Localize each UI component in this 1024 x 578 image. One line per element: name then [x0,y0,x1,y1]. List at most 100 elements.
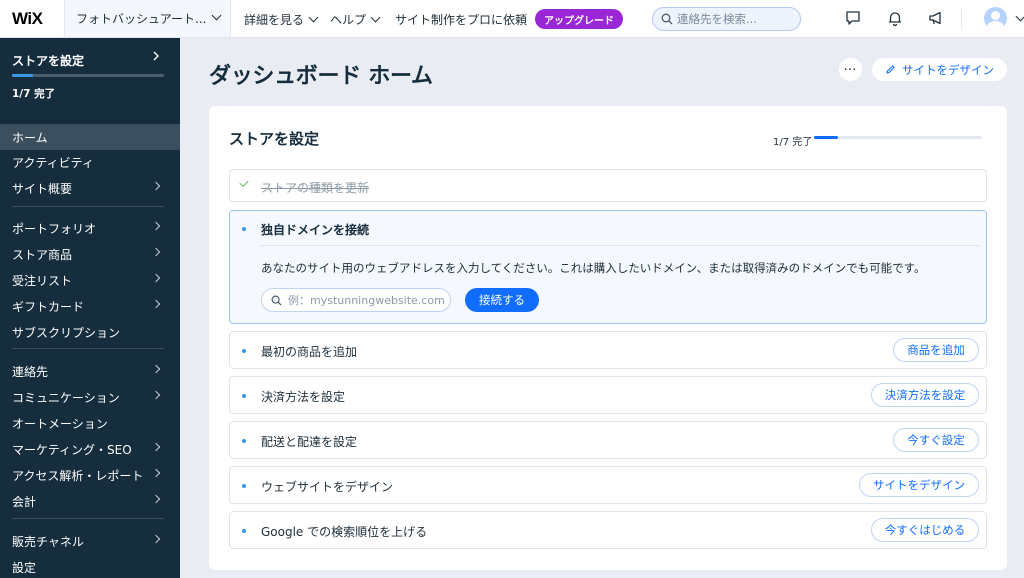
nav-help-label: ヘルプ [330,13,367,27]
top-bar: WiX フォトバッシュアート... 詳細を見る ヘルプ サイト制作をプロに依頼 … [0,0,1024,38]
sidebar-item[interactable]: 会計 [0,488,180,514]
pen-icon [886,65,895,74]
task-google-seo[interactable]: Google での検索順位を上げる 今すぐはじめる [229,511,987,549]
sidebar-item[interactable]: サイト概要 [0,175,180,201]
sidebar-divider [12,518,164,519]
chevron-right-icon [151,494,161,504]
megaphone-icon[interactable] [927,9,945,27]
task-label: 独自ドメインを接続 [261,223,370,237]
sidebar-item[interactable]: ホーム [0,124,180,150]
task-label: 最初の商品を追加 [261,345,358,359]
sidebar-item[interactable]: 販売チャネル [0,528,180,554]
sidebar-item[interactable]: サブスクリプション [0,319,180,345]
setup-card: ストアを設定 1/7 完了 ストアの種類を更新 独自ドメインを接続 あなたのサイ… [209,106,1007,570]
start-seo-button[interactable]: 今すぐはじめる [871,518,979,542]
sidebar-item-label: ホーム [12,130,48,145]
sidebar-item[interactable]: コミュニケーション [0,384,180,410]
avatar-icon[interactable] [984,7,1007,30]
sidebar-item-label: サイト概要 [12,181,73,196]
design-website-button[interactable]: サイトをデザイン [859,473,979,497]
sidebar-item-label: サブスクリプション [12,325,121,340]
sidebar-item-label: 会計 [12,494,37,509]
chat-icon[interactable] [844,9,862,27]
more-actions-button[interactable]: … [839,58,862,81]
sidebar-item-label: マーケティング・SEO [12,442,132,457]
task-connect-domain[interactable]: 独自ドメインを接続 あなたのサイト用のウェブアドレスを入力してください。これは購… [229,210,987,324]
upgrade-button[interactable]: アップグレード [535,9,623,29]
sidebar-item[interactable]: ポートフォリオ [0,215,180,241]
sidebar-item[interactable]: オートメーション [0,410,180,436]
sidebar-item-label: コミュニケーション [12,390,120,405]
setup-card-title: ストアを設定 [229,130,320,148]
sidebar-item-label: ポートフォリオ [12,221,97,236]
chevron-right-icon [151,273,161,283]
bullet-dot [242,227,246,231]
sidebar-item[interactable]: マーケティング・SEO [0,436,180,462]
bullet-dot [242,349,246,353]
sidebar-item[interactable]: 連絡先 [0,358,180,384]
task-description: あなたのサイト用のウェブアドレスを入力してください。これは購入したいドメイン、ま… [261,261,926,275]
search-input[interactable]: 連絡先を検索... [652,7,801,31]
chevron-down-icon[interactable] [1015,11,1024,22]
connect-button[interactable]: 接続する [465,288,539,312]
setup-progress-fill [814,136,838,139]
sidebar-item-label: オートメーション [12,416,108,431]
design-site-button[interactable]: サイトをデザイン [872,58,1007,81]
chevron-right-icon [151,468,161,478]
domain-input[interactable]: 例：mystunningwebsite.com [261,288,451,312]
task-update-store-type[interactable]: ストアの種類を更新 [229,169,987,202]
chevron-right-icon [151,364,161,374]
sidebar-setup-title[interactable]: ストアを設定 [12,52,84,69]
sidebar-item-label: ギフトカード [12,299,85,314]
sidebar-item[interactable]: 受注リスト [0,267,180,293]
set-shipping-button[interactable]: 今すぐ設定 [893,428,979,452]
sidebar-item-label: 受注リスト [12,273,73,288]
task-label: ウェブサイトをデザイン [261,480,394,494]
site-name: フォトバッシュアート... [76,12,207,26]
chevron-right-icon [151,390,161,400]
sidebar-item-label: 設定 [12,560,37,575]
task-label: ストアの種類を更新 [261,181,370,195]
search-placeholder: 連絡先を検索... [677,12,757,26]
site-selector[interactable]: フォトバッシュアート... [64,0,231,37]
task-label: Google での検索順位を上げる [261,525,428,539]
add-product-button[interactable]: 商品を追加 [893,338,979,362]
sidebar-divider [12,206,164,207]
design-site-label: サイトをデザイン [902,62,994,77]
chevron-right-icon [151,247,161,257]
bullet-dot [242,529,246,533]
chevron-down-icon [211,10,222,21]
task-shipping[interactable]: 配送と配達を設定 今すぐ設定 [229,421,987,459]
sidebar-setup-progress [12,74,164,77]
sidebar: ストアを設定 1/7 完了 ホームアクティビティ サイト概要ポートフォリオストア商… [0,38,180,578]
setup-progress-label: 1/7 完了 [773,137,813,148]
sidebar-item-label: 販売チャネル [12,534,84,549]
sidebar-setup-count: 1/7 完了 [12,88,56,100]
task-label: 決済方法を設定 [261,390,346,404]
sidebar-item[interactable]: ストア商品 [0,241,180,267]
task-design-website[interactable]: ウェブサイトをデザイン サイトをデザイン [229,466,987,504]
nav-hire-pro[interactable]: サイト制作をプロに依頼 [395,11,527,28]
page-title: ダッシュボード ホーム [209,64,433,89]
sidebar-item[interactable]: ギフトカード [0,293,180,319]
setup-progress-bar [814,136,982,139]
sidebar-item[interactable]: 設定 [0,554,180,578]
nav-details[interactable]: 詳細を見る [244,11,319,28]
task-payment-method[interactable]: 決済方法を設定 決済方法を設定 [229,376,987,414]
bullet-dot [242,394,246,398]
chevron-right-icon[interactable] [152,50,160,62]
chevron-right-icon [151,442,161,452]
check-icon [239,177,249,188]
chevron-right-icon [151,299,161,309]
bell-icon[interactable] [886,9,904,27]
topbar-divider [961,9,962,29]
wix-logo[interactable]: WiX [12,9,43,29]
task-add-product[interactable]: 最初の商品を追加 商品を追加 [229,331,987,369]
sidebar-item[interactable]: アクティビティ [0,149,180,175]
task-label: 配送と配達を設定 [261,435,358,449]
sidebar-item[interactable]: アクセス解析・レポート [0,462,180,488]
sidebar-item-label: アクセス解析・レポート [12,468,144,483]
sidebar-item-label: アクティビティ [12,155,94,170]
set-payment-button[interactable]: 決済方法を設定 [871,383,979,407]
nav-help[interactable]: ヘルプ [330,11,381,28]
